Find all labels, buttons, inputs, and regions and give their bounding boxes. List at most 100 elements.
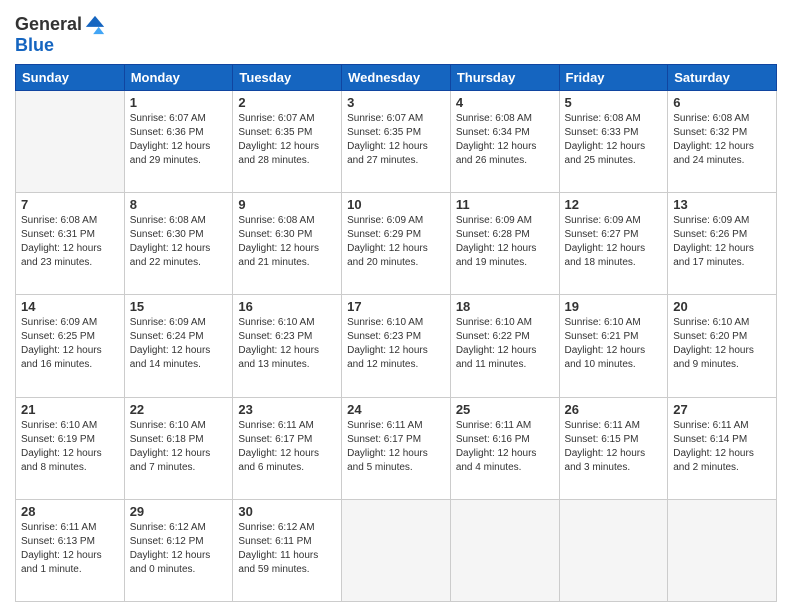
week-row-1: 1Sunrise: 6:07 AMSunset: 6:36 PMDaylight… <box>16 90 777 192</box>
calendar-cell <box>16 90 125 192</box>
weekday-header-wednesday: Wednesday <box>342 64 451 90</box>
day-info: Sunrise: 6:10 AMSunset: 6:23 PMDaylight:… <box>347 316 445 372</box>
day-number: 18 <box>456 299 554 314</box>
calendar-cell: 25Sunrise: 6:11 AMSunset: 6:16 PMDayligh… <box>450 397 559 499</box>
day-info: Sunrise: 6:09 AMSunset: 6:27 PMDaylight:… <box>565 214 663 270</box>
day-info: Sunrise: 6:08 AMSunset: 6:33 PMDaylight:… <box>565 112 663 168</box>
day-info: Sunrise: 6:09 AMSunset: 6:26 PMDaylight:… <box>673 214 771 270</box>
day-number: 6 <box>673 95 771 110</box>
day-info: Sunrise: 6:11 AMSunset: 6:17 PMDaylight:… <box>347 419 445 475</box>
day-info: Sunrise: 6:11 AMSunset: 6:14 PMDaylight:… <box>673 419 771 475</box>
calendar-cell: 10 Sunrise: 6:09 AMSunset: 6:29 PMDayligh… <box>342 193 451 295</box>
week-row-5: 28 Sunrise: 6:11 AMSunset: 6:13 PMDayligh… <box>16 499 777 601</box>
calendar-cell: 20 Sunrise: 6:10 AMSunset: 6:20 PMDayligh… <box>668 295 777 397</box>
day-number: 22 <box>130 402 228 417</box>
day-number: 28 <box>21 504 119 519</box>
day-number: 16 <box>238 299 336 314</box>
day-info: Sunrise: 6:07 AMSunset: 6:35 PMDaylight:… <box>238 112 336 168</box>
day-number: 21 <box>21 402 119 417</box>
day-number: 17 <box>347 299 445 314</box>
calendar-cell: 17 Sunrise: 6:10 AMSunset: 6:23 PMDayligh… <box>342 295 451 397</box>
calendar-cell: 14 Sunrise: 6:09 AMSunset: 6:25 PMDayligh… <box>16 295 125 397</box>
day-number: 9 <box>238 197 336 212</box>
weekday-header-friday: Friday <box>559 64 668 90</box>
weekday-header-row: SundayMondayTuesdayWednesdayThursdayFrid… <box>16 64 777 90</box>
day-number: 11 <box>456 197 554 212</box>
calendar-cell: 21 Sunrise: 6:10 AMSunset: 6:19 PMDayligh… <box>16 397 125 499</box>
logo-icon <box>84 14 106 36</box>
day-info: Sunrise: 6:10 AMSunset: 6:21 PMDaylight:… <box>565 316 663 372</box>
day-info: Sunrise: 6:12 AMSunset: 6:12 PMDaylight:… <box>130 521 228 577</box>
page: General Blue SundayMondayTuesdayWednesda… <box>0 0 792 612</box>
day-number: 3 <box>347 95 445 110</box>
day-number: 26 <box>565 402 663 417</box>
week-row-4: 21 Sunrise: 6:10 AMSunset: 6:19 PMDayligh… <box>16 397 777 499</box>
day-number: 15 <box>130 299 228 314</box>
calendar-cell: 13 Sunrise: 6:09 AMSunset: 6:26 PMDayligh… <box>668 193 777 295</box>
day-info: Sunrise: 6:08 AMSunset: 6:34 PMDaylight:… <box>456 112 554 168</box>
calendar-cell: 29 Sunrise: 6:12 AMSunset: 6:12 PMDayligh… <box>124 499 233 601</box>
calendar-cell: 18 Sunrise: 6:10 AMSunset: 6:22 PMDayligh… <box>450 295 559 397</box>
day-info: Sunrise: 6:09 AMSunset: 6:25 PMDaylight:… <box>21 316 119 372</box>
calendar-cell: 22Sunrise: 6:10 AMSunset: 6:18 PMDayligh… <box>124 397 233 499</box>
calendar-cell: 19 Sunrise: 6:10 AMSunset: 6:21 PMDayligh… <box>559 295 668 397</box>
day-number: 29 <box>130 504 228 519</box>
day-number: 23 <box>238 402 336 417</box>
calendar-cell: 16 Sunrise: 6:10 AMSunset: 6:23 PMDayligh… <box>233 295 342 397</box>
day-number: 5 <box>565 95 663 110</box>
day-info: Sunrise: 6:10 AMSunset: 6:23 PMDaylight:… <box>238 316 336 372</box>
day-number: 20 <box>673 299 771 314</box>
week-row-2: 7 Sunrise: 6:08 AMSunset: 6:31 PMDaylight… <box>16 193 777 295</box>
day-info: Sunrise: 6:09 AMSunset: 6:29 PMDaylight:… <box>347 214 445 270</box>
day-info: Sunrise: 6:11 AMSunset: 6:13 PMDaylight:… <box>21 521 119 577</box>
calendar-cell: 28 Sunrise: 6:11 AMSunset: 6:13 PMDayligh… <box>16 499 125 601</box>
day-info: Sunrise: 6:11 AMSunset: 6:16 PMDaylight:… <box>456 419 554 475</box>
calendar-cell: 24Sunrise: 6:11 AMSunset: 6:17 PMDayligh… <box>342 397 451 499</box>
calendar-cell: 2 Sunrise: 6:07 AMSunset: 6:35 PMDaylight… <box>233 90 342 192</box>
logo: General Blue <box>15 14 106 56</box>
day-number: 4 <box>456 95 554 110</box>
calendar-cell: 15 Sunrise: 6:09 AMSunset: 6:24 PMDayligh… <box>124 295 233 397</box>
weekday-header-sunday: Sunday <box>16 64 125 90</box>
calendar-cell: 3 Sunrise: 6:07 AMSunset: 6:35 PMDaylight… <box>342 90 451 192</box>
day-info: Sunrise: 6:08 AMSunset: 6:31 PMDaylight:… <box>21 214 119 270</box>
day-number: 1 <box>130 95 228 110</box>
calendar-cell: 7 Sunrise: 6:08 AMSunset: 6:31 PMDaylight… <box>16 193 125 295</box>
day-number: 12 <box>565 197 663 212</box>
weekday-header-tuesday: Tuesday <box>233 64 342 90</box>
day-info: Sunrise: 6:09 AMSunset: 6:24 PMDaylight:… <box>130 316 228 372</box>
calendar-cell: 26 Sunrise: 6:11 AMSunset: 6:15 PMDayligh… <box>559 397 668 499</box>
calendar-cell: 27 Sunrise: 6:11 AMSunset: 6:14 PMDayligh… <box>668 397 777 499</box>
calendar-cell: 23Sunrise: 6:11 AMSunset: 6:17 PMDayligh… <box>233 397 342 499</box>
day-info: Sunrise: 6:10 AMSunset: 6:20 PMDaylight:… <box>673 316 771 372</box>
calendar-cell: 30 Sunrise: 6:12 AMSunset: 6:11 PMDayligh… <box>233 499 342 601</box>
day-number: 10 <box>347 197 445 212</box>
day-number: 13 <box>673 197 771 212</box>
day-info: Sunrise: 6:10 AMSunset: 6:22 PMDaylight:… <box>456 316 554 372</box>
day-number: 27 <box>673 402 771 417</box>
calendar-cell: 9 Sunrise: 6:08 AMSunset: 6:30 PMDaylight… <box>233 193 342 295</box>
day-number: 7 <box>21 197 119 212</box>
day-number: 2 <box>238 95 336 110</box>
calendar-cell: 6 Sunrise: 6:08 AMSunset: 6:32 PMDaylight… <box>668 90 777 192</box>
calendar-table: SundayMondayTuesdayWednesdayThursdayFrid… <box>15 64 777 602</box>
day-number: 19 <box>565 299 663 314</box>
day-info: Sunrise: 6:08 AMSunset: 6:30 PMDaylight:… <box>238 214 336 270</box>
day-info: Sunrise: 6:08 AMSunset: 6:32 PMDaylight:… <box>673 112 771 168</box>
header: General Blue <box>15 10 777 56</box>
logo-blue-text: Blue <box>15 36 106 56</box>
logo-general-text: General <box>15 15 82 35</box>
weekday-header-monday: Monday <box>124 64 233 90</box>
day-info: Sunrise: 6:09 AMSunset: 6:28 PMDaylight:… <box>456 214 554 270</box>
day-info: Sunrise: 6:07 AMSunset: 6:35 PMDaylight:… <box>347 112 445 168</box>
day-number: 30 <box>238 504 336 519</box>
calendar-cell: 8Sunrise: 6:08 AMSunset: 6:30 PMDaylight… <box>124 193 233 295</box>
day-number: 8 <box>130 197 228 212</box>
day-number: 14 <box>21 299 119 314</box>
week-row-3: 14 Sunrise: 6:09 AMSunset: 6:25 PMDayligh… <box>16 295 777 397</box>
weekday-header-thursday: Thursday <box>450 64 559 90</box>
day-info: Sunrise: 6:10 AMSunset: 6:19 PMDaylight:… <box>21 419 119 475</box>
calendar-cell: 5 Sunrise: 6:08 AMSunset: 6:33 PMDaylight… <box>559 90 668 192</box>
day-info: Sunrise: 6:11 AMSunset: 6:15 PMDaylight:… <box>565 419 663 475</box>
day-info: Sunrise: 6:12 AMSunset: 6:11 PMDaylight:… <box>238 521 336 577</box>
